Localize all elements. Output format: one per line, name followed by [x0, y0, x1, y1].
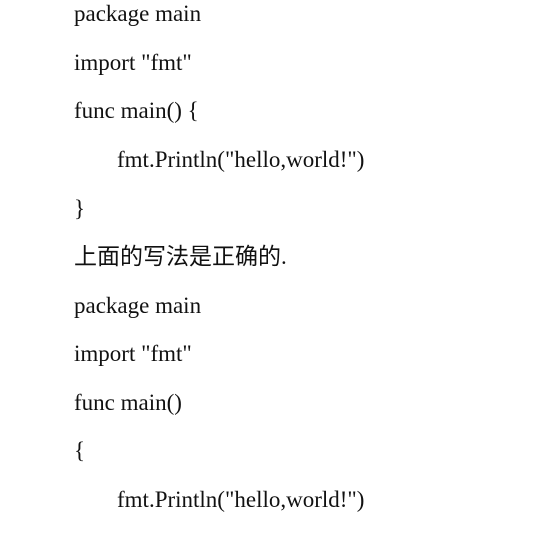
explanation-text: 上面的写法是正确的. [74, 244, 287, 269]
code-line-package-2: package main [74, 293, 202, 318]
code-line-import: import "fmt" [74, 50, 192, 75]
code-line-println: fmt.Println("hello,world!") [117, 147, 365, 172]
code-line-package: package main [74, 1, 202, 26]
code-line-println-2: fmt.Println("hello,world!") [117, 487, 365, 512]
code-line-import-2: import "fmt" [74, 341, 192, 366]
code-line-open-brace: { [74, 438, 86, 463]
code-line-func-main-2: func main() [74, 390, 182, 415]
code-line-func-main: func main() { [74, 98, 199, 123]
document-page: package main import "fmt" func main() { … [0, 0, 534, 540]
code-line-close-brace: } [74, 196, 86, 221]
